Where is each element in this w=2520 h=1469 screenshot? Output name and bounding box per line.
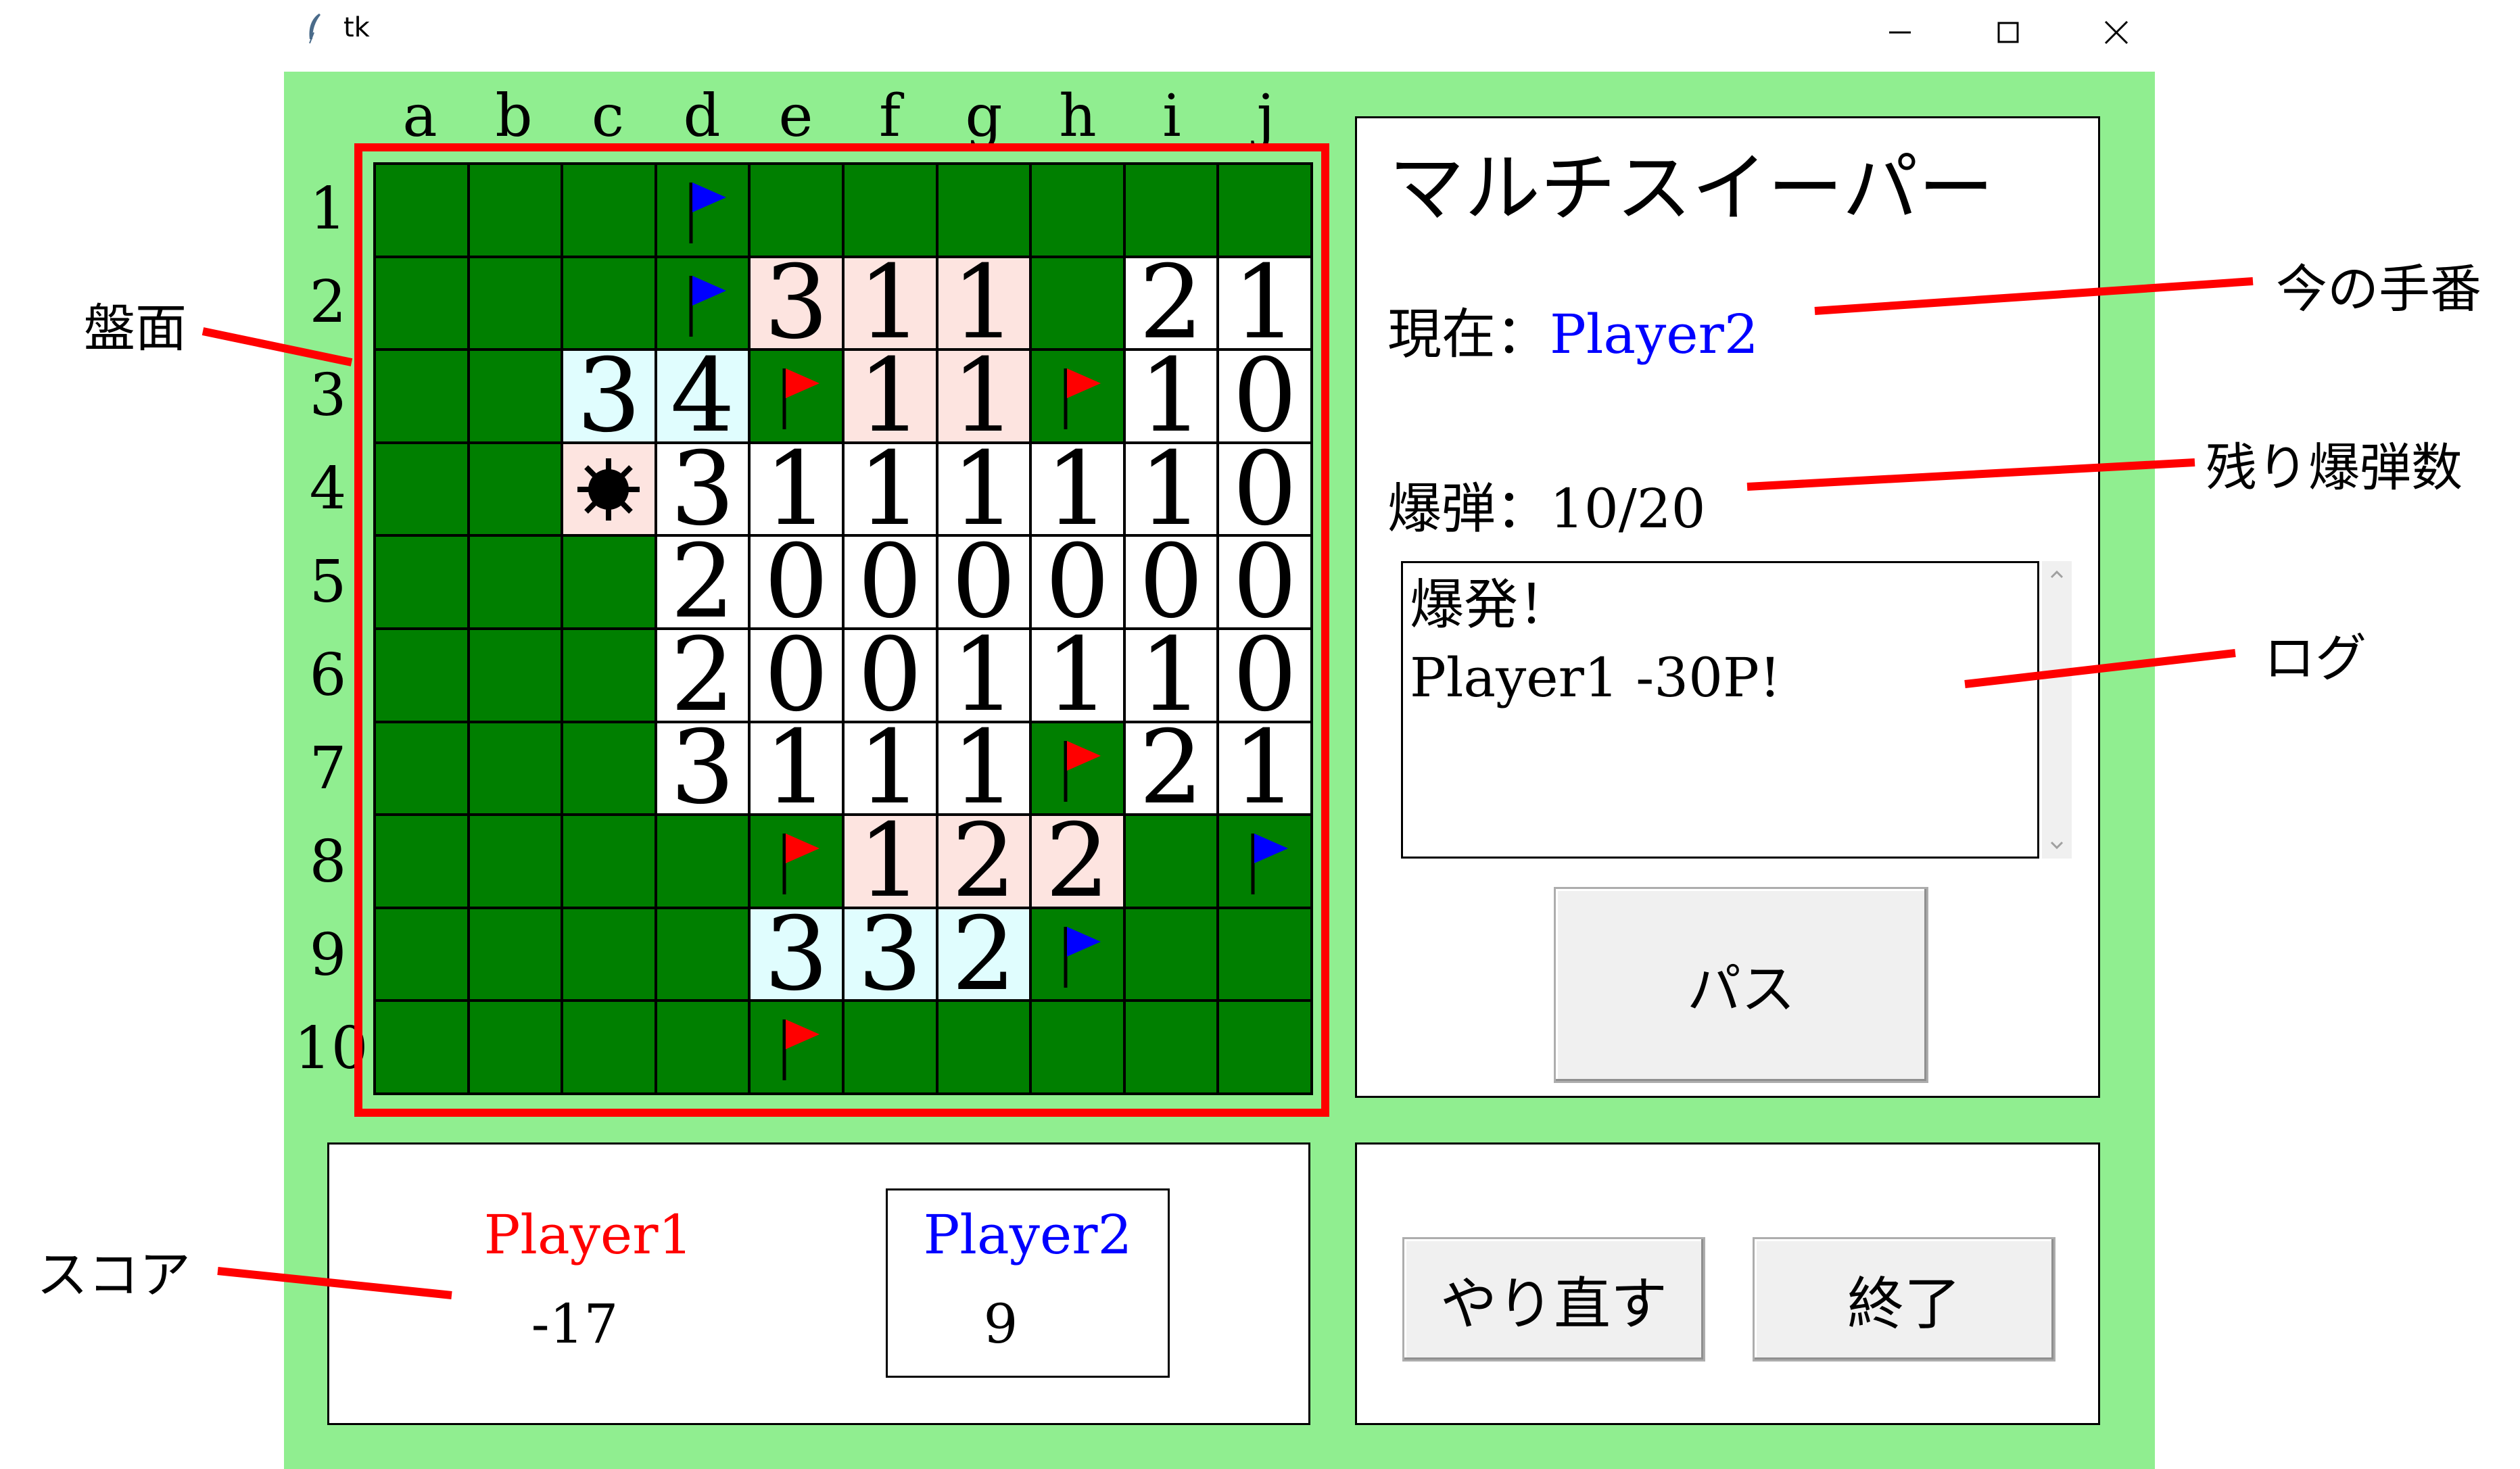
- log-annotation-line: [1964, 649, 2236, 688]
- annotation-bombs: 残り爆弾数: [2206, 437, 2463, 498]
- turn-annotation-line: [1814, 277, 2254, 315]
- board-annotation-line: [201, 327, 353, 366]
- annotation-lines: [201, 277, 2254, 1299]
- annotation-board: 盤面: [84, 298, 187, 358]
- annotation-score: スコア: [37, 1245, 191, 1305]
- score-annotation-line: [217, 1267, 452, 1299]
- bombs-annotation-line: [1746, 458, 2195, 491]
- annotation-turn: 今の手番: [2276, 259, 2481, 319]
- annotation-log: ログ: [2264, 628, 2367, 688]
